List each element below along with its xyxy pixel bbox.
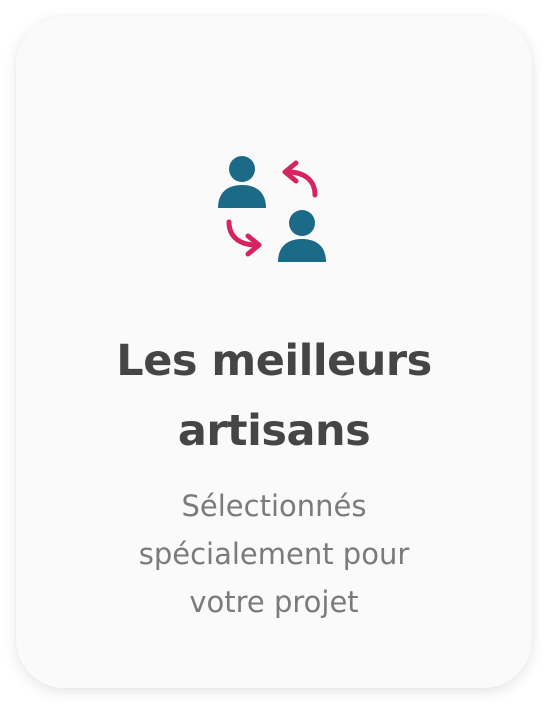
arrow-icon: [226, 219, 262, 257]
card-subtitle-line: votre projet: [189, 585, 359, 619]
card-title-line: Les meilleurs: [116, 336, 432, 386]
card-subtitle: Sélectionnés spécialement pour votre pro…: [0, 482, 548, 626]
swap-users-icon: [212, 150, 332, 270]
card-title-line: artisans: [177, 406, 371, 456]
person-icon: [278, 210, 326, 262]
card-subtitle-line: spécialement pour: [138, 537, 410, 571]
arrow-icon: [282, 160, 318, 198]
card-title: Les meilleurs artisans: [0, 326, 548, 466]
card-subtitle-line: Sélectionnés: [181, 489, 367, 523]
person-icon: [218, 156, 266, 208]
